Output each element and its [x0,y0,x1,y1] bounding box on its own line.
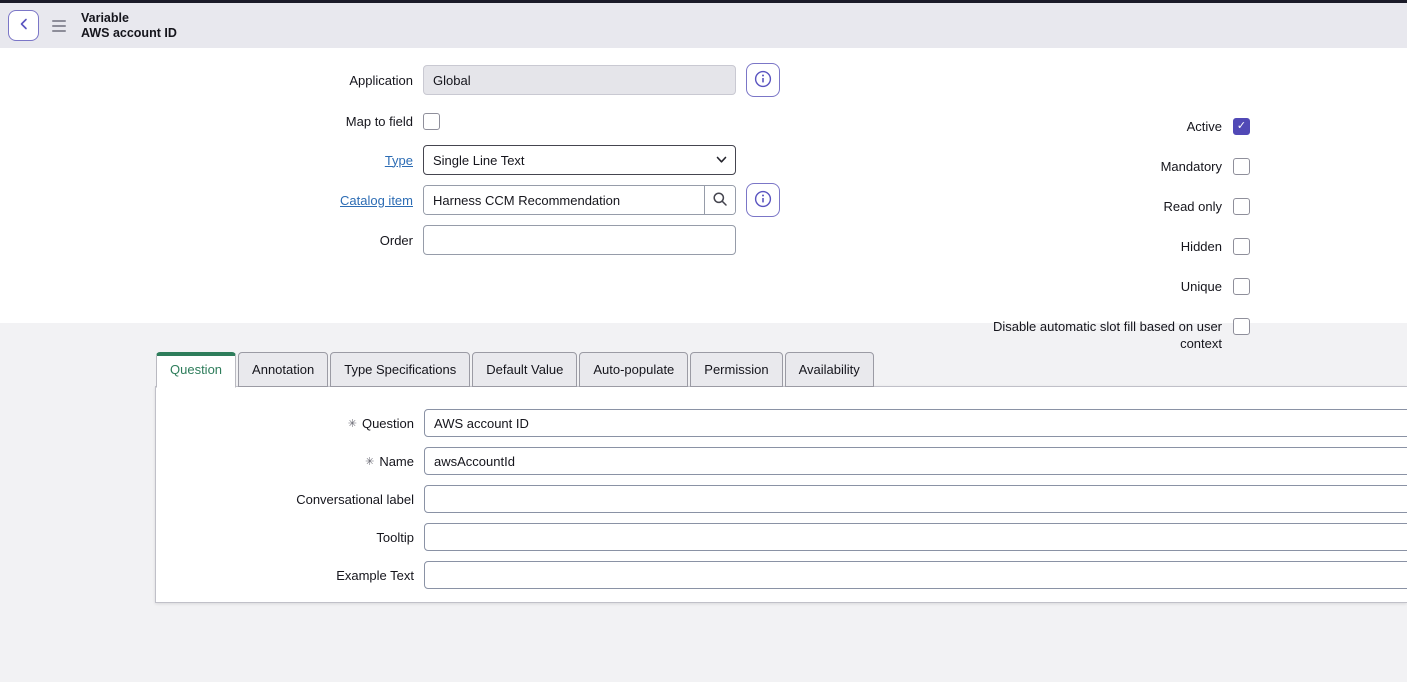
order-label: Order [0,233,423,248]
tab-auto-populate[interactable]: Auto-populate [579,352,688,387]
info-icon [754,190,772,211]
unique-checkbox[interactable] [1233,278,1250,295]
record-name-title: AWS account ID [81,26,177,41]
tooltip-label: Tooltip [156,530,424,545]
unique-label: Unique [1181,278,1222,295]
tab-annotation[interactable]: Annotation [238,352,328,387]
name-field[interactable] [424,447,1407,475]
search-icon [712,191,728,210]
disable-slot-fill-label: Disable automatic slot fill based on use… [972,318,1222,352]
catalog-item-lookup-button[interactable] [704,186,735,214]
conversational-label-field[interactable] [424,485,1407,513]
record-type-title: Variable [81,11,177,26]
catalog-item-info-button[interactable] [746,183,780,217]
catalog-item-reference [423,185,736,215]
page-title-block: Variable AWS account ID [81,11,177,41]
disable-slot-fill-checkbox[interactable] [1233,318,1250,335]
hidden-label: Hidden [1181,238,1222,255]
type-select[interactable]: Single Line Text [423,145,736,175]
tab-question[interactable]: Question [156,352,236,388]
question-label: ✳Question [156,416,424,431]
example-text-field[interactable] [424,561,1407,589]
hamburger-menu-icon[interactable] [52,20,66,32]
name-label: ✳Name [156,454,424,469]
tab-default-value[interactable]: Default Value [472,352,577,387]
type-link[interactable]: Type [385,153,413,168]
hidden-checkbox[interactable] [1233,238,1250,255]
catalog-item-label: Catalog item [0,193,423,208]
question-tab-panel: ✳Question ✳Name Conversational label Too… [155,386,1407,603]
back-button[interactable] [8,10,39,41]
map-to-field-label: Map to field [0,114,423,129]
mandatory-label: Mandatory [1161,158,1222,175]
mandatory-checkbox[interactable] [1233,158,1250,175]
tab-type-specifications[interactable]: Type Specifications [330,352,470,387]
conversational-label-label: Conversational label [156,492,424,507]
tooltip-field[interactable] [424,523,1407,551]
tab-section: Question Annotation Type Specifications … [0,323,1407,682]
map-to-field-checkbox[interactable] [423,113,440,130]
flag-checkbox-column: Active ✓ Mandatory Read only Hidden Uniq… [972,118,1250,375]
application-label: Application [0,73,423,88]
catalog-item-link[interactable]: Catalog item [340,193,413,208]
example-text-label: Example Text [156,568,424,583]
application-field [423,65,736,95]
order-field[interactable] [423,225,736,255]
type-label: Type [0,153,423,168]
header-bar: Variable AWS account ID [0,3,1407,48]
required-icon: ✳ [365,456,374,468]
chevron-left-icon [18,18,30,33]
active-label: Active [1187,118,1222,135]
info-icon [754,70,772,91]
required-icon: ✳ [348,418,357,430]
active-checkbox[interactable]: ✓ [1233,118,1250,135]
read-only-checkbox[interactable] [1233,198,1250,215]
read-only-label: Read only [1163,198,1222,215]
tab-availability[interactable]: Availability [785,352,874,387]
application-info-button[interactable] [746,63,780,97]
catalog-item-field[interactable] [424,186,704,214]
variable-form: Application Map to field Type Single Lin… [0,48,1407,323]
tab-strip: Question Annotation Type Specifications … [156,352,1407,387]
tab-permission[interactable]: Permission [690,352,782,387]
question-field[interactable] [424,409,1407,437]
